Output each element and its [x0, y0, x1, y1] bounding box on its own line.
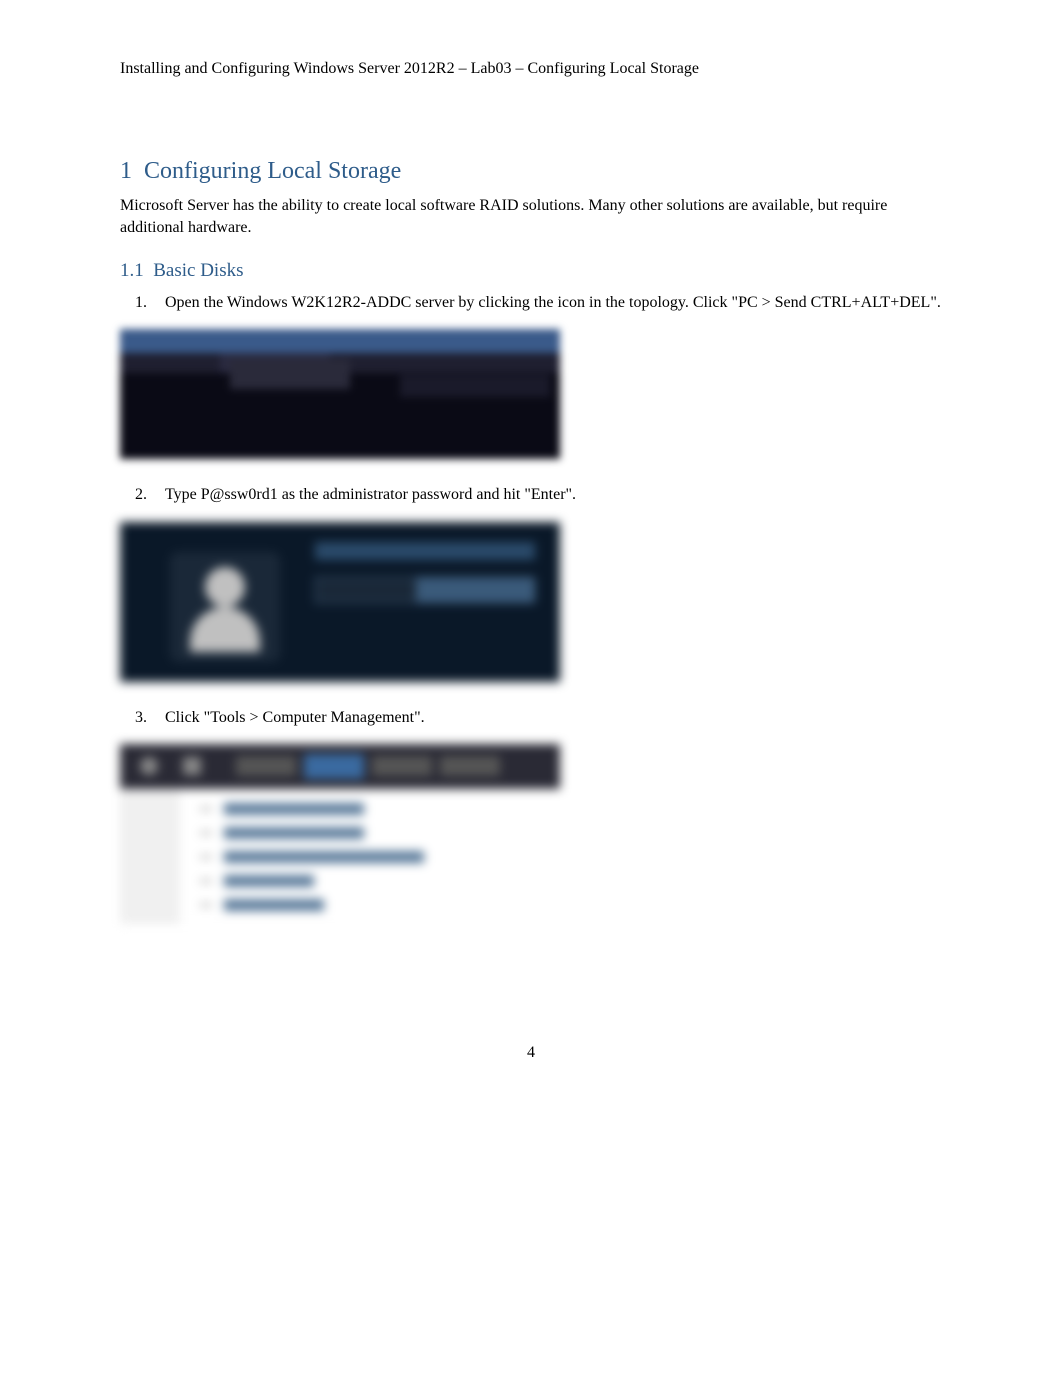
step-item-2: 2. Type P@ssw0rd1 as the administrator p…	[165, 484, 942, 506]
screenshot-titlebar	[120, 329, 560, 353]
step-number: 1.	[135, 292, 147, 314]
steps-list: 2. Type P@ssw0rd1 as the administrator p…	[120, 484, 942, 506]
menu-item	[180, 893, 560, 917]
steps-list: 3. Click "Tools > Computer Management".	[120, 707, 942, 729]
section-heading-1: 1 Configuring Local Storage	[120, 158, 942, 185]
screenshot-login-screen	[120, 522, 560, 682]
step-number: 2.	[135, 484, 147, 506]
menu-item	[180, 821, 560, 845]
step-text: Type P@ssw0rd1 as the administrator pass…	[165, 486, 576, 503]
menu-button	[372, 756, 432, 776]
menu-item-text	[224, 875, 314, 887]
menu-button	[236, 756, 296, 776]
menu-dash-icon	[200, 856, 212, 858]
menu-dash-icon	[200, 904, 212, 906]
menu-item-text	[224, 827, 364, 839]
left-nav-panel	[120, 789, 180, 924]
tools-dropdown	[180, 789, 560, 924]
section-heading-1-1: 1.1 Basic Disks	[120, 260, 942, 282]
page-number: 4	[120, 1044, 942, 1062]
menu-item-text	[224, 899, 324, 911]
avatar-icon	[205, 567, 245, 607]
menu-item-text	[224, 851, 424, 863]
menu-item	[180, 869, 560, 893]
subsection-title: Basic Disks	[153, 260, 243, 281]
screenshot-inner-box-2	[400, 375, 550, 397]
section-number: 1	[120, 158, 132, 184]
step-text: Click "Tools > Computer Management".	[165, 709, 425, 726]
menu-button	[440, 756, 500, 776]
nav-back-icon	[140, 757, 158, 775]
section-title: Configuring Local Storage	[144, 158, 401, 184]
screenshot-vm-menu	[120, 329, 560, 459]
step-number: 3.	[135, 707, 147, 729]
step-item-1: 1. Open the Windows W2K12R2-ADDC server …	[165, 292, 942, 314]
step-item-3: 3. Click "Tools > Computer Management".	[165, 707, 942, 729]
flag-icon	[183, 757, 201, 775]
steps-list: 1. Open the Windows W2K12R2-ADDC server …	[120, 292, 942, 314]
page-header: Installing and Configuring Windows Serve…	[120, 60, 942, 78]
menu-item	[180, 845, 560, 869]
password-value	[316, 578, 416, 602]
username-label	[315, 542, 535, 560]
server-manager-titlebar	[120, 744, 560, 789]
subsection-number: 1.1	[120, 260, 144, 281]
section-intro: Microsoft Server has the ability to crea…	[120, 195, 942, 240]
menu-item-text	[224, 803, 364, 815]
menu-dash-icon	[200, 880, 212, 882]
menu-dash-icon	[200, 832, 212, 834]
screenshot-tools-menu	[120, 744, 560, 924]
menu-item	[180, 797, 560, 821]
screenshot-inner-box	[230, 359, 350, 389]
menu-dash-icon	[200, 808, 212, 810]
step-text: Open the Windows W2K12R2-ADDC server by …	[165, 294, 941, 311]
tools-button-active	[304, 754, 364, 779]
